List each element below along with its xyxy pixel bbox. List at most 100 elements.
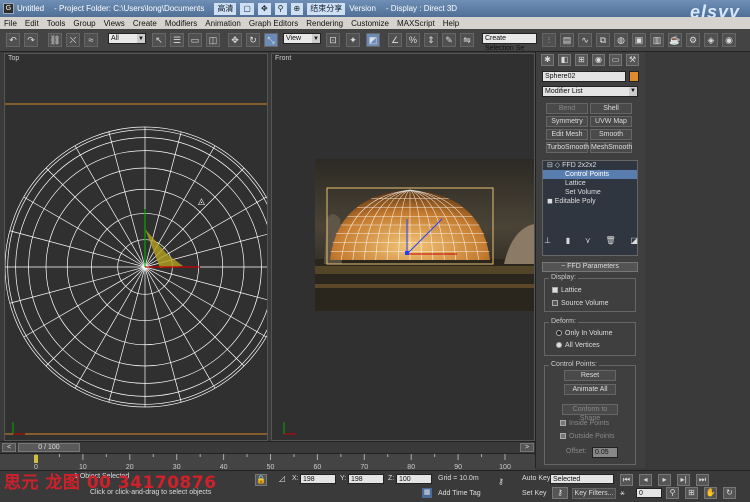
menu-edit[interactable]: Edit bbox=[21, 19, 43, 28]
activeshade-icon[interactable]: ◉ bbox=[722, 33, 736, 47]
edit-named-selection-icon[interactable]: ✎ bbox=[442, 33, 456, 47]
hierarchy-tab-icon[interactable]: ⊞ bbox=[575, 53, 588, 66]
menu-graph-editors[interactable]: Graph Editors bbox=[245, 19, 302, 28]
auto-key-button[interactable]: Auto Key bbox=[522, 475, 550, 482]
pin-stack-icon[interactable]: ⊥ bbox=[544, 236, 551, 250]
add-time-tag-button[interactable]: Add Time Tag bbox=[438, 490, 481, 497]
viewport-front[interactable]: Front bbox=[271, 53, 535, 441]
frame-display[interactable]: 0 / 100 bbox=[18, 443, 80, 452]
window-crossing-icon[interactable]: ◫ bbox=[206, 33, 220, 47]
modifier-list-dropdown[interactable]: Modifier List ▼ bbox=[542, 86, 638, 97]
time-tag-icon[interactable]: ▦ bbox=[422, 488, 432, 498]
unlink-icon[interactable]: ⛌ bbox=[66, 33, 80, 47]
modifier-turbosmooth-button[interactable]: TurboSmooth bbox=[546, 142, 589, 153]
menu-file[interactable]: File bbox=[0, 19, 21, 28]
menu-create[interactable]: Create bbox=[129, 19, 161, 28]
orbit-icon[interactable]: ↻ bbox=[723, 487, 736, 499]
menu-views[interactable]: Views bbox=[100, 19, 129, 28]
menu-modifiers[interactable]: Modifiers bbox=[161, 19, 201, 28]
snap-toggle-icon[interactable]: ◩ bbox=[366, 33, 380, 47]
modifier-meshsmooth-button[interactable]: MeshSmooth bbox=[590, 142, 632, 153]
rectangular-selection-icon[interactable]: ▭ bbox=[188, 33, 202, 47]
source-volume-checkbox[interactable]: Source Volume bbox=[552, 300, 608, 307]
prev-frame-icon[interactable]: < bbox=[2, 443, 16, 452]
modifier-uvw-map-button[interactable]: UVW Map bbox=[590, 116, 632, 127]
absolute-mode-icon[interactable]: ◿ bbox=[276, 474, 288, 486]
layer-manager-icon[interactable]: ▤ bbox=[560, 33, 574, 47]
y-coordinate-field[interactable]: 198 bbox=[348, 474, 384, 484]
select-and-move-icon[interactable]: ✥ bbox=[228, 33, 242, 47]
move-icon[interactable]: ✥ bbox=[257, 2, 271, 15]
zoom-icon[interactable]: ⚲ bbox=[666, 487, 679, 499]
create-tab-icon[interactable]: ✱ bbox=[541, 53, 554, 66]
modifier-bend-button[interactable]: Bend bbox=[546, 103, 588, 114]
current-frame-field[interactable]: 0 bbox=[636, 488, 662, 498]
lattice-checkbox[interactable]: Lattice bbox=[552, 287, 582, 294]
app-icon[interactable]: G bbox=[3, 3, 14, 14]
select-manipulate-icon[interactable]: ✦ bbox=[346, 33, 360, 47]
key-filters-button[interactable]: Key Filters... bbox=[572, 488, 616, 499]
named-selection-dropdown[interactable]: Create Selection Se bbox=[482, 33, 537, 52]
show-end-result-icon[interactable]: ▮ bbox=[566, 236, 570, 250]
modifier-edit-mesh-button[interactable]: Edit Mesh bbox=[546, 129, 588, 140]
toolbar-icon[interactable]: ▢ bbox=[240, 2, 254, 15]
select-link-icon[interactable]: ⛓ bbox=[48, 33, 62, 47]
spinner-snap-icon[interactable]: ⇕ bbox=[424, 33, 438, 47]
render-setup-icon[interactable]: ▣ bbox=[632, 33, 646, 47]
next-frame-icon[interactable]: > bbox=[520, 443, 534, 452]
previous-frame-icon[interactable]: ◂ bbox=[639, 474, 652, 486]
curve-editor-icon[interactable]: ∿ bbox=[578, 33, 592, 47]
modifier-symmetry-button[interactable]: Symmetry bbox=[546, 116, 588, 127]
go-to-end-icon[interactable]: ⏭ bbox=[696, 474, 709, 486]
percent-snap-icon[interactable]: % bbox=[406, 33, 420, 47]
schematic-view-icon[interactable]: ⧉ bbox=[596, 33, 610, 47]
conform-to-shape-button[interactable]: Conform to Shape bbox=[562, 404, 618, 422]
animate-all-button[interactable]: Animate All bbox=[564, 384, 616, 395]
go-to-start-icon[interactable]: ⏮ bbox=[620, 474, 633, 486]
select-object-icon[interactable]: ↖ bbox=[152, 33, 166, 47]
pan-icon[interactable]: ⊕ bbox=[290, 2, 304, 15]
set-key-button[interactable]: Set Key bbox=[522, 490, 547, 497]
zoom-all-icon[interactable]: ⊞ bbox=[685, 487, 698, 499]
select-and-scale-icon[interactable]: ⤡ bbox=[264, 33, 278, 47]
material-editor-icon[interactable]: ◍ bbox=[614, 33, 628, 47]
next-frame-icon[interactable]: ▸| bbox=[677, 474, 690, 486]
stack-item-lattice[interactable]: Lattice bbox=[543, 179, 637, 188]
set-key-icon[interactable]: ⚷ bbox=[552, 487, 568, 499]
zoom-icon[interactable]: ⚲ bbox=[274, 2, 287, 15]
modifier-shell-button[interactable]: Shell bbox=[590, 103, 632, 114]
reference-coordinate-dropdown[interactable]: View ▼ bbox=[283, 33, 321, 44]
stack-item-ffd[interactable]: ⊟ ◇ FFD 2x2x2 bbox=[543, 161, 637, 170]
object-name-field[interactable]: Sphere02 bbox=[542, 71, 626, 82]
remove-modifier-icon[interactable]: 🗑 bbox=[605, 236, 615, 250]
align-icon[interactable]: ⫶ bbox=[542, 33, 556, 47]
viewport-top[interactable]: Top ◬ bbox=[4, 53, 268, 441]
menu-maxscript[interactable]: MAXScript bbox=[393, 19, 439, 28]
lock-selection-icon[interactable]: 🔒 bbox=[255, 474, 267, 486]
render-iterative-icon[interactable]: ◈ bbox=[704, 33, 718, 47]
menu-rendering[interactable]: Rendering bbox=[302, 19, 347, 28]
object-color-swatch[interactable] bbox=[629, 71, 639, 82]
mirror-icon[interactable]: ⇋ bbox=[460, 33, 474, 47]
menu-animation[interactable]: Animation bbox=[201, 19, 245, 28]
offset-field[interactable]: 0.05 bbox=[592, 447, 618, 458]
hd-mode-button[interactable]: 高清 bbox=[214, 2, 237, 15]
select-and-rotate-icon[interactable]: ↻ bbox=[246, 33, 260, 47]
menu-tools[interactable]: Tools bbox=[43, 19, 70, 28]
stack-item-editable-poly[interactable]: ◼ Editable Poly bbox=[543, 197, 637, 206]
time-slider[interactable]: < 0 / 100 > bbox=[0, 441, 535, 453]
utilities-tab-icon[interactable]: ⚒ bbox=[626, 53, 639, 66]
menu-group[interactable]: Group bbox=[69, 19, 99, 28]
bind-space-warp-icon[interactable]: ≈ bbox=[84, 33, 98, 47]
configure-modifier-sets-icon[interactable]: ◪ bbox=[630, 236, 638, 250]
play-icon[interactable]: ▸ bbox=[658, 474, 671, 486]
all-vertices-radio[interactable]: All Vertices bbox=[556, 342, 600, 349]
only-in-volume-radio[interactable]: Only In Volume bbox=[556, 330, 612, 337]
motion-tab-icon[interactable]: ◉ bbox=[592, 53, 605, 66]
pivot-center-icon[interactable]: ⊡ bbox=[326, 33, 340, 47]
x-coordinate-field[interactable]: 198 bbox=[300, 474, 336, 484]
angle-snap-icon[interactable]: ∠ bbox=[388, 33, 402, 47]
reset-button[interactable]: Reset bbox=[564, 370, 616, 381]
outside-points-checkbox[interactable]: Outside Points bbox=[560, 433, 615, 440]
undo-icon[interactable]: ↶ bbox=[6, 33, 20, 47]
